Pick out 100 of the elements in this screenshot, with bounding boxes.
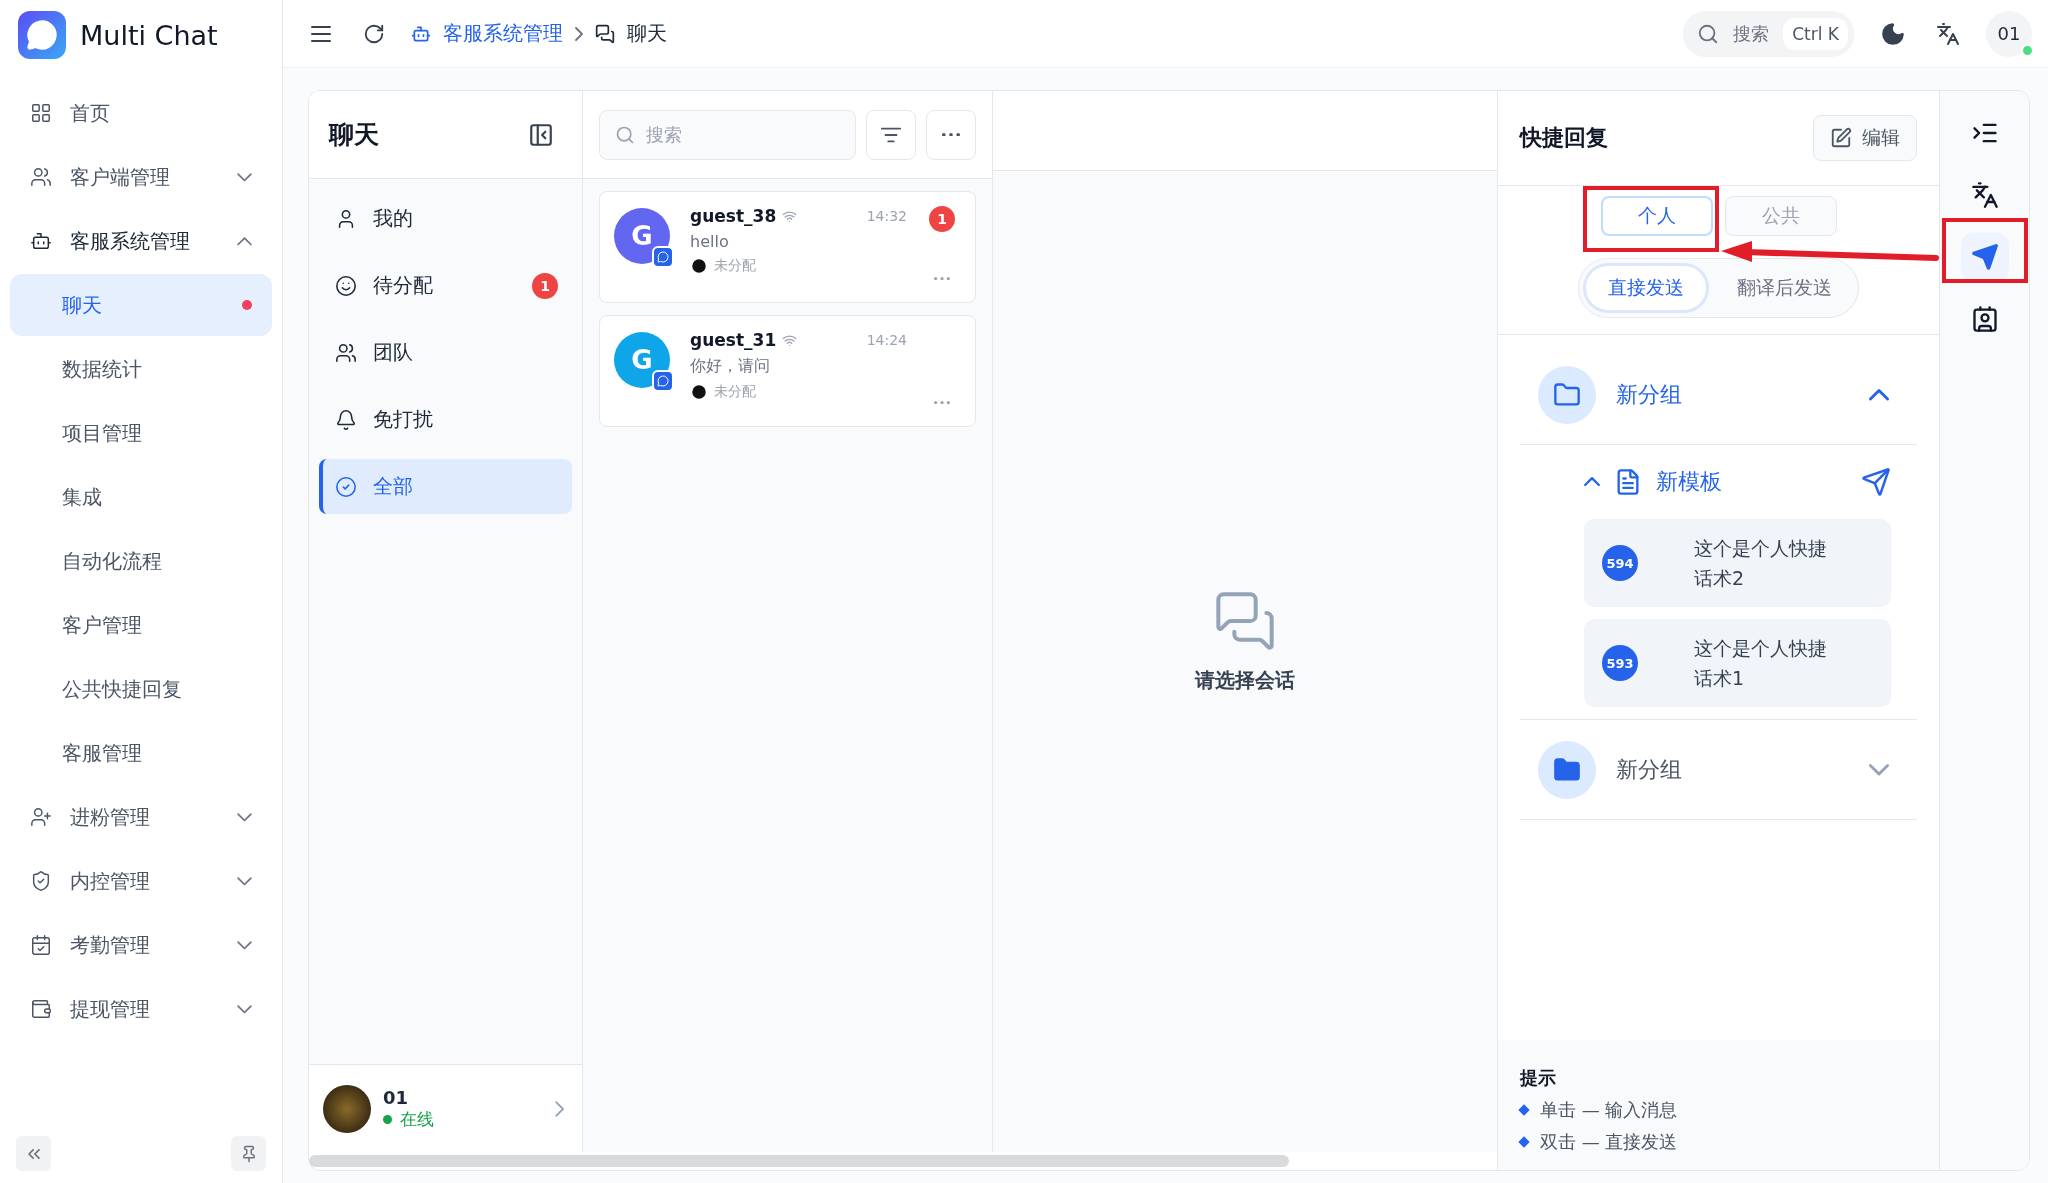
sidebar-item[interactable]: 内控管理 — [10, 850, 272, 912]
send-icon — [1970, 243, 1999, 271]
tip-text: 双击 — 直接发送 — [1540, 1130, 1678, 1154]
template-header[interactable]: 新模板 — [1584, 445, 1891, 519]
assignee-text: 未分配 — [714, 383, 756, 401]
chevron-up-icon — [1584, 477, 1600, 487]
app-name: Multi Chat — [80, 19, 218, 51]
chat-filter-item[interactable]: 全部 — [319, 459, 572, 514]
chat-filter-item[interactable]: 免打扰 — [319, 392, 572, 447]
message-preview: hello — [690, 232, 730, 251]
channel-icon — [652, 246, 674, 268]
sidebar-item[interactable]: 提现管理 — [10, 978, 272, 1040]
breadcrumb-link[interactable]: 聊天 — [627, 20, 667, 47]
reply-number-badge: 594 — [1602, 545, 1638, 581]
user-plus-icon — [30, 806, 52, 828]
chevron-down-icon — [237, 1004, 252, 1014]
chat-filter-item[interactable]: 团队 — [319, 325, 572, 380]
panel-collapse-icon — [528, 121, 554, 148]
sidebar-subitem[interactable]: 客服管理 — [10, 722, 272, 784]
panel-title: 聊天 — [329, 119, 379, 151]
signal-icon — [782, 332, 798, 348]
global-search-field[interactable]: 搜索 Ctrl K — [1683, 10, 1854, 57]
horizontal-scrollbar[interactable] — [309, 1155, 1289, 1167]
search-icon — [615, 124, 635, 145]
translate-icon — [1936, 21, 1960, 46]
sidebar-subitem[interactable]: 数据统计 — [10, 338, 272, 400]
breadcrumb-link[interactable]: 客服系统管理 — [443, 20, 563, 47]
bell-icon — [335, 408, 357, 431]
message-time: 14:24 — [866, 332, 907, 348]
chevron-down-icon — [237, 172, 252, 182]
translate-icon — [1970, 181, 1999, 209]
sidebar-item[interactable]: 考勤管理 — [10, 914, 272, 976]
sidebar-item[interactable]: 客服系统管理 — [10, 210, 272, 272]
quick-reply-item[interactable]: 593 这个是个人快捷话术1 — [1584, 619, 1891, 707]
sidebar-subitem[interactable]: 集成 — [10, 466, 272, 528]
contact-name: guest_38 — [690, 206, 777, 226]
empty-state-text: 请选择会话 — [1195, 667, 1295, 694]
contact-name: guest_31 — [690, 330, 777, 350]
collapse-sidebar-button[interactable] — [16, 1136, 51, 1171]
chevron-up-icon — [237, 236, 252, 246]
wallet-icon — [30, 998, 52, 1020]
panel-title: 快捷回复 — [1520, 124, 1608, 152]
chevron-down-icon — [237, 812, 252, 822]
search-placeholder: 搜索 — [1733, 21, 1770, 46]
send-mode-tab[interactable]: 直接发送 — [1583, 263, 1709, 313]
chevron-down-icon — [237, 940, 252, 950]
edit-icon — [1830, 127, 1852, 149]
grid-icon — [30, 102, 52, 124]
contact-card-icon — [1970, 305, 1999, 333]
sidebar-subitem[interactable]: 客户管理 — [10, 594, 272, 656]
bullet-icon — [1518, 1104, 1530, 1116]
sidebar-subitem[interactable]: 聊天 — [10, 274, 272, 336]
user-icon — [690, 257, 708, 275]
sidebar-item[interactable]: 客户端管理 — [10, 146, 272, 208]
sidebar-item[interactable]: 首页 — [10, 82, 272, 144]
pin-button[interactable] — [231, 1136, 266, 1171]
send-icon[interactable] — [1861, 467, 1891, 497]
user-avatar[interactable]: 01 — [1986, 10, 2032, 57]
message-preview: 你好，请问 — [690, 356, 771, 377]
scope-tab[interactable]: 个人 — [1600, 196, 1713, 236]
tip-text: 单击 — 输入消息 — [1540, 1098, 1678, 1122]
chat-filter-item[interactable]: 我的 — [319, 191, 572, 246]
moon-icon — [1880, 20, 1906, 47]
refresh-icon — [363, 22, 385, 45]
assignee-text: 未分配 — [714, 257, 756, 275]
group-header[interactable]: 新分组 — [1520, 345, 1917, 445]
calendar-check-icon — [30, 934, 52, 956]
robot-icon — [30, 230, 52, 252]
quick-reply-item[interactable]: 594 这个是个人快捷话术2 — [1584, 519, 1891, 607]
user-status: 在线 — [400, 1107, 434, 1131]
send-mode-tab[interactable]: 翻译后发送 — [1715, 263, 1854, 313]
sidebar-subitem[interactable]: 公共快捷回复 — [10, 658, 272, 720]
chevron-right-icon[interactable] — [554, 1100, 564, 1117]
chat-bubbles-icon — [1213, 589, 1277, 653]
users-icon — [30, 166, 52, 188]
user-icon — [690, 383, 708, 401]
channel-icon — [652, 370, 674, 392]
tips-title: 提示 — [1520, 1066, 1557, 1090]
bullet-icon — [1518, 1136, 1530, 1148]
sidebar-item[interactable]: 进粉管理 — [10, 786, 272, 848]
edit-button[interactable]: 编辑 — [1813, 115, 1917, 161]
sidebar-subitem[interactable]: 项目管理 — [10, 402, 272, 464]
shield-check-icon — [30, 870, 52, 892]
user-name: 01 — [383, 1086, 410, 1108]
chat-bubbles-icon — [595, 23, 615, 44]
sidebar-subitem[interactable]: 自动化流程 — [10, 530, 272, 592]
group-header[interactable]: 新分组 — [1520, 720, 1917, 820]
smiley-icon — [335, 274, 357, 297]
signal-icon — [782, 208, 798, 224]
conversation-card[interactable]: G guest_38 14:32 hello 未分配 1 — [599, 191, 976, 303]
filter-button[interactable] — [866, 109, 916, 160]
chevron-down-icon — [237, 876, 252, 886]
conversation-card[interactable]: G guest_31 14:24 你好，请问 未分配 — [599, 315, 976, 427]
search-icon — [1697, 22, 1720, 45]
message-time: 14:32 — [866, 208, 907, 224]
search-field[interactable]: 搜索 — [599, 109, 856, 160]
unread-badge: 1 — [929, 206, 955, 232]
chat-filter-item[interactable]: 待分配 1 — [319, 258, 572, 313]
shortcut-hint: Ctrl K — [1783, 17, 1848, 50]
breadcrumb-separator-icon — [575, 26, 583, 41]
